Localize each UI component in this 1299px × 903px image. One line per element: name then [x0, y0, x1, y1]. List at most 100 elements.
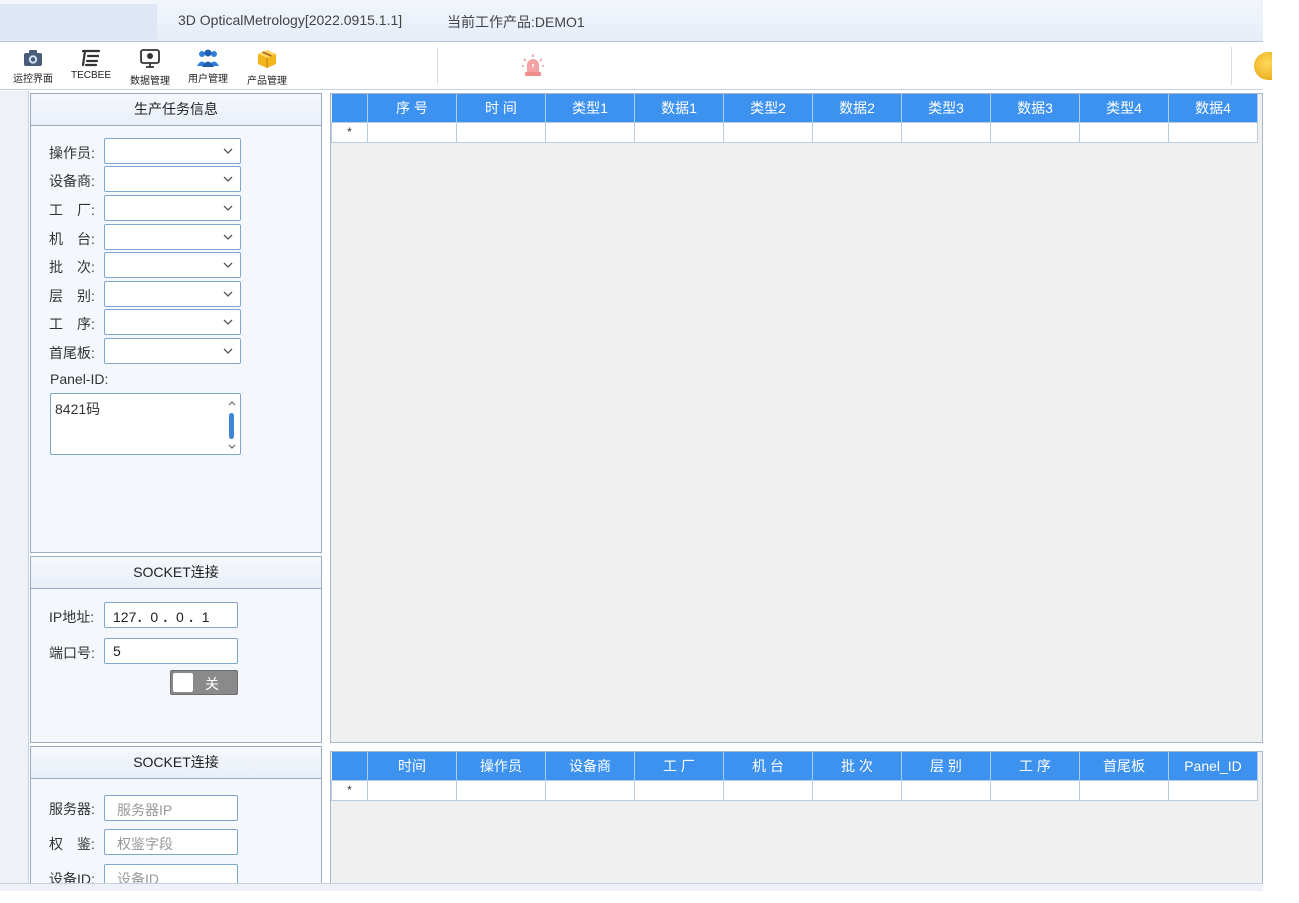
table-cell[interactable]: [634, 121, 724, 143]
user-management-button[interactable]: 用户管理: [180, 46, 236, 88]
panel-id-textarea[interactable]: 8421码: [50, 393, 241, 455]
vendor-select[interactable]: [104, 166, 241, 192]
column-header[interactable]: 数据4: [1168, 94, 1258, 122]
column-header[interactable]: 设备商: [545, 752, 635, 780]
batch-select[interactable]: [104, 252, 241, 278]
operator-select[interactable]: [104, 138, 241, 164]
table-cell[interactable]: [812, 121, 902, 143]
table-cell[interactable]: [367, 779, 457, 801]
auth-field-placeholder: 权鉴字段: [117, 836, 173, 852]
scrollbar-thumb[interactable]: [229, 413, 234, 439]
column-header[interactable]: 时间: [367, 752, 457, 780]
task-record-grid[interactable]: 时间 操作员 设备商 工 厂 机 台 批 次 层 别 工 序 首尾板 Panel…: [330, 751, 1263, 883]
column-header[interactable]: 时 间: [456, 94, 546, 122]
chevron-down-icon: [223, 205, 233, 211]
new-row-marker: *: [331, 121, 368, 143]
alarm-light-icon[interactable]: [520, 52, 546, 78]
column-header[interactable]: 操作员: [456, 752, 546, 780]
server-ip-input[interactable]: 服务器IP: [104, 795, 238, 821]
current-product: 当前工作产品:DEMO1: [447, 14, 585, 30]
measurement-data-grid[interactable]: 序 号 时 间 类型1 数据1 类型2 数据2 类型3 数据3 类型4 数据4 …: [330, 93, 1263, 743]
table-cell[interactable]: [367, 121, 457, 143]
ip-address-input[interactable]: 127．0 ．0 ．1: [104, 602, 238, 628]
column-header[interactable]: 工 序: [990, 752, 1080, 780]
toolbar-separator: [437, 47, 438, 85]
motion-control-button[interactable]: 运控界面: [5, 46, 61, 88]
column-header[interactable]: 数据1: [634, 94, 724, 122]
data-management-button[interactable]: 数据管理: [122, 46, 178, 88]
chevron-down-icon: [223, 262, 233, 268]
port-label: 端口号:: [49, 645, 95, 661]
table-cell[interactable]: [812, 779, 902, 801]
column-header[interactable]: 类型1: [545, 94, 635, 122]
table-cell[interactable]: [1079, 779, 1169, 801]
column-header[interactable]: 类型3: [901, 94, 991, 122]
column-header[interactable]: 机 台: [723, 752, 813, 780]
toolbar-label: TECBEE: [70, 70, 111, 81]
table-cell[interactable]: [456, 779, 546, 801]
column-header[interactable]: 首尾板: [1079, 752, 1169, 780]
column-header[interactable]: 层 别: [901, 752, 991, 780]
table-row[interactable]: *: [331, 779, 1258, 801]
chevron-down-icon: [223, 148, 233, 154]
auth-field-input[interactable]: 权鉴字段: [104, 829, 238, 855]
server-label: 服务器:: [49, 801, 95, 817]
table-cell[interactable]: [1168, 121, 1258, 143]
toolbar-separator: [1231, 47, 1232, 85]
column-header[interactable]: 数据2: [812, 94, 902, 122]
table-cell[interactable]: [545, 779, 635, 801]
toolbar: 运控界面 TECBEE 数据管理 用户管理 产品管理: [0, 43, 1263, 90]
table-cell[interactable]: [634, 779, 724, 801]
chevron-down-icon: [228, 444, 236, 449]
connection-toggle[interactable]: 关: [170, 670, 238, 695]
first-last-board-row: 首尾板:: [31, 338, 321, 364]
table-cell[interactable]: [456, 121, 546, 143]
row-header-corner: [331, 94, 368, 122]
port-input[interactable]: 5: [104, 638, 238, 664]
title-bar: 3D OpticalMetrology[2022.0915.1.1] 当前工作产…: [0, 0, 1263, 42]
status-strip: [0, 883, 1263, 891]
production-task-panel: 生产任务信息 操作员: 设备商: 工 厂: 机 台: 批 次: 层 别: 工 序…: [30, 93, 322, 553]
task-table: 时间 操作员 设备商 工 厂 机 台 批 次 层 别 工 序 首尾板 Panel…: [331, 752, 1258, 801]
table-cell[interactable]: [1168, 779, 1258, 801]
left-side-strip: [0, 91, 29, 883]
chevron-down-icon: [223, 348, 233, 354]
machine-row: 机 台:: [31, 224, 321, 250]
vertical-scrollbar[interactable]: [227, 397, 237, 453]
first-last-board-select[interactable]: [104, 338, 241, 364]
column-header[interactable]: 类型2: [723, 94, 813, 122]
table-cell[interactable]: [990, 779, 1080, 801]
table-cell[interactable]: [723, 779, 813, 801]
auth-label: 权 鉴:: [49, 836, 95, 852]
table-cell[interactable]: [901, 121, 991, 143]
machine-select[interactable]: [104, 224, 241, 250]
process-select[interactable]: [104, 309, 241, 335]
tecbee-button[interactable]: TECBEE: [63, 46, 119, 88]
table-cell[interactable]: [723, 121, 813, 143]
layer-select[interactable]: [104, 281, 241, 307]
panel-id-value: 8421码: [55, 401, 101, 417]
toolbar-label: 产品管理: [247, 76, 287, 87]
column-header[interactable]: 类型4: [1079, 94, 1169, 122]
table-cell[interactable]: [1079, 121, 1169, 143]
column-header[interactable]: 数据3: [990, 94, 1080, 122]
toggle-label: 关: [205, 676, 219, 692]
server-ip-placeholder: 服务器IP: [117, 802, 173, 818]
column-header[interactable]: 批 次: [812, 752, 902, 780]
table-cell[interactable]: [990, 121, 1080, 143]
toolbar-label: 运控界面: [13, 74, 53, 85]
column-header[interactable]: 序 号: [367, 94, 457, 122]
data-table: 序 号 时 间 类型1 数据1 类型2 数据2 类型3 数据3 类型4 数据4 …: [331, 94, 1258, 143]
header-row: 序 号 时 间 类型1 数据1 类型2 数据2 类型3 数据3 类型4 数据4: [331, 94, 1258, 122]
product-management-button[interactable]: 产品管理: [239, 46, 295, 88]
column-header[interactable]: Panel_ID: [1168, 752, 1258, 780]
table-cell[interactable]: [545, 121, 635, 143]
factory-select[interactable]: [104, 195, 241, 221]
column-header[interactable]: 工 厂: [634, 752, 724, 780]
camera-icon: [24, 50, 42, 66]
table-row[interactable]: *: [331, 121, 1258, 143]
table-cell[interactable]: [901, 779, 991, 801]
ip-label: IP地址:: [49, 609, 95, 625]
layer-row: 层 别:: [31, 281, 321, 307]
socket-panel: SOCKET连接 IP地址: 127．0 ．0 ．1 端口号: 5 关: [30, 556, 322, 743]
